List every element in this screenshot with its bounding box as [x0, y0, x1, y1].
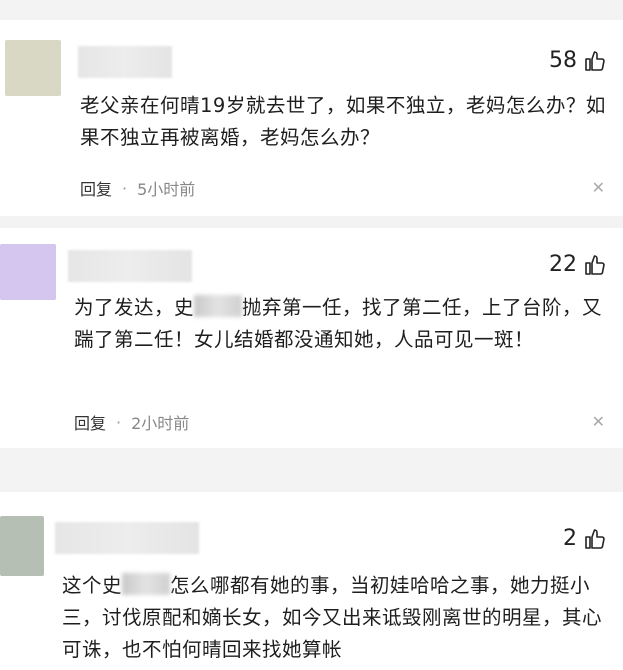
separator-dot: ·	[116, 412, 122, 432]
like-count: 2	[563, 526, 577, 551]
close-icon[interactable]: ✕	[592, 412, 605, 431]
thumbs-up-icon	[585, 254, 605, 275]
comment-text-part: 这个史	[62, 574, 123, 597]
like-count: 22	[549, 252, 577, 277]
like-button[interactable]: 2	[563, 526, 607, 551]
avatar[interactable]	[5, 40, 61, 96]
reply-button[interactable]: 回复	[74, 410, 106, 434]
avatar[interactable]	[0, 516, 44, 576]
comment-card: 2 这个史 怎么哪都有她的事，当初娃哈哈之事，她力挺小三，讨伐原配和嫡长女，如今又…	[0, 492, 623, 670]
username-blurred[interactable]	[78, 46, 172, 78]
thumbs-up-icon	[585, 528, 605, 549]
comment-text: 为了发达，史 抛弃第一任，找了第二任，上了台阶，又踹了第二任！女儿结婚都没通知她，…	[74, 292, 604, 356]
censored-name	[122, 573, 171, 595]
comment-card: 22 为了发达，史 抛弃第一任，找了第二任，上了台阶，又踹了第二任！女儿结婚都没通…	[0, 228, 623, 448]
comment-text: 这个史 怎么哪都有她的事，当初娃哈哈之事，她力挺小三，讨伐原配和嫡长女，如今又出来…	[62, 570, 612, 666]
timestamp: 5小时前	[137, 180, 196, 199]
comment-meta: 回复 · 2小时前	[74, 410, 189, 434]
comment-meta: 回复 · 5小时前	[80, 176, 195, 200]
like-button[interactable]: 22	[549, 252, 607, 277]
separator-dot: ·	[122, 178, 128, 198]
close-icon[interactable]: ✕	[592, 178, 605, 197]
like-button[interactable]: 58	[549, 48, 607, 73]
reply-button[interactable]: 回复	[80, 176, 112, 200]
avatar[interactable]	[0, 244, 56, 300]
timestamp: 2小时前	[131, 414, 190, 433]
comment-text: 老父亲在何晴19岁就去世了，如果不独立，老妈怎么办？如果不独立再被离婚，老妈怎么…	[80, 90, 610, 154]
comment-card: 58 老父亲在何晴19岁就去世了，如果不独立，老妈怎么办？如果不独立再被离婚，老…	[0, 20, 623, 216]
comment-text-part: 老父亲在何晴19岁就去世了，如果不独立，老妈怎么办？如果不独立再被离婚，老妈怎么…	[80, 94, 606, 149]
username-blurred[interactable]	[55, 522, 199, 554]
censored-name	[194, 295, 243, 317]
username-blurred[interactable]	[68, 250, 192, 282]
comment-text-part: 为了发达，史	[74, 296, 195, 319]
like-count: 58	[549, 48, 577, 73]
thumbs-up-icon	[585, 50, 605, 71]
